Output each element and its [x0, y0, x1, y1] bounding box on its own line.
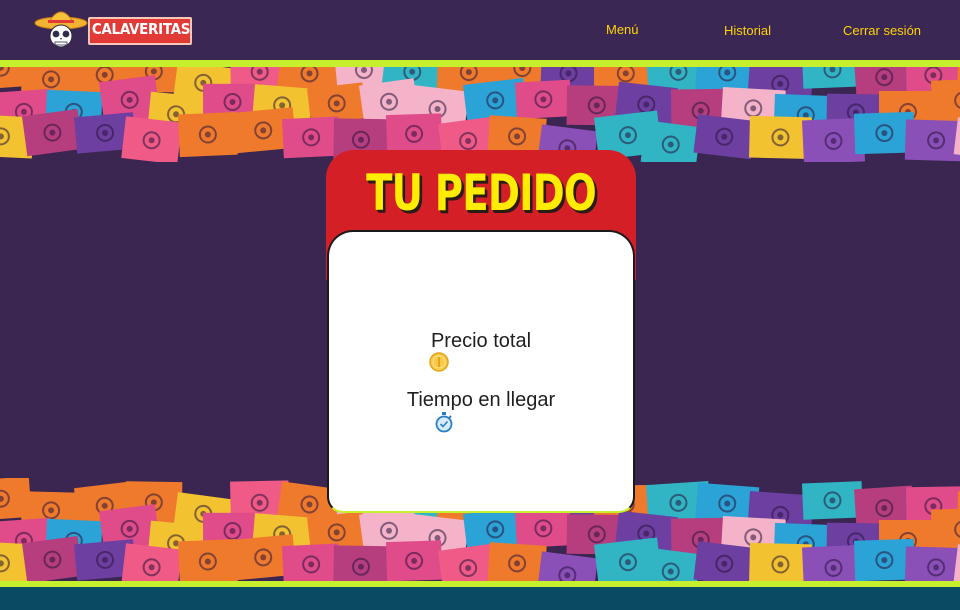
- papel-picado-flag: [904, 119, 960, 162]
- logo-text: CALAVERITAS: [91, 20, 191, 38]
- papel-picado-flag: [22, 535, 83, 581]
- papel-picado-flag: [121, 543, 182, 581]
- papel-picado-flag: [802, 67, 863, 89]
- papel-picado-flag: [536, 551, 598, 581]
- papel-picado-top: [0, 67, 960, 162]
- nav-link-menu[interactable]: Menú: [606, 22, 639, 37]
- papel-picado-flag: [931, 507, 960, 552]
- order-card: TU PEDIDO Precio total Tiempo en llegar: [326, 150, 636, 513]
- coin-icon: [429, 352, 449, 372]
- papel-picado-flag: [487, 542, 547, 581]
- footer: [0, 587, 960, 610]
- papel-picado-flag: [22, 108, 83, 157]
- papel-picado-flag: [333, 545, 389, 581]
- papel-picado-flag: [386, 540, 443, 581]
- papel-picado-flag: [693, 541, 756, 581]
- order-card-body: [327, 230, 635, 513]
- nav-link-logout[interactable]: Cerrar sesión: [843, 23, 921, 38]
- papel-picado-flag: [802, 481, 863, 520]
- papel-picado-flag: [178, 111, 238, 158]
- order-card-title: TU PEDIDO: [366, 164, 597, 222]
- nav-accent-stripe: [0, 60, 960, 67]
- logo[interactable]: CALAVERITAS: [34, 4, 196, 50]
- papel-picado-flag: [282, 543, 341, 581]
- papel-picado-flag: [386, 113, 443, 155]
- papel-picado-flag: [640, 120, 701, 162]
- skull-sombrero-icon: [34, 11, 88, 48]
- delivery-time-label: Tiempo en llegar: [406, 389, 556, 411]
- papel-picado-flag: [121, 116, 182, 162]
- top-navigation: CALAVERITAS Menú Historial Cerrar sesión: [0, 0, 960, 60]
- stopwatch-icon: [435, 412, 453, 433]
- papel-picado-flag: [515, 79, 572, 120]
- nav-link-history[interactable]: Historial: [724, 23, 771, 38]
- papel-picado-flag: [178, 538, 238, 581]
- papel-picado-flag: [931, 78, 960, 123]
- papel-picado-flag: [515, 508, 572, 549]
- papel-picado-flag: [904, 546, 960, 581]
- papel-picado-flag: [693, 114, 756, 160]
- total-price-label: Precio total: [430, 330, 532, 352]
